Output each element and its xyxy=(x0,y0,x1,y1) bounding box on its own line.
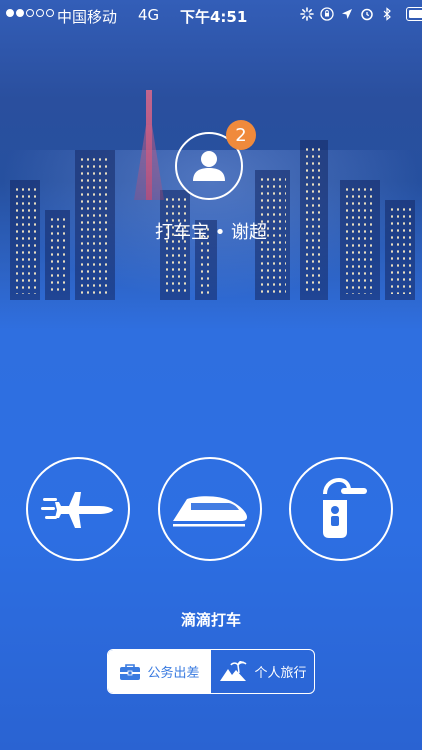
status-time: 下午4:51 xyxy=(180,8,248,26)
airplane-icon xyxy=(41,492,113,528)
hotel-door-tag-icon xyxy=(323,477,367,538)
signal-dot xyxy=(16,9,24,17)
location-arrow-icon xyxy=(340,7,354,21)
user-silhouette-icon xyxy=(193,151,225,181)
signal-dot xyxy=(26,9,34,17)
train-service-button[interactable] xyxy=(158,457,262,561)
status-icons xyxy=(300,7,422,21)
personal-trip-label: 个人旅行 xyxy=(254,666,307,681)
notification-badge: 2 xyxy=(226,120,256,150)
island-palm-icon xyxy=(220,660,248,681)
status-bar: 中国移动 4G 下午4:51 xyxy=(0,0,422,30)
signal-dot xyxy=(36,9,44,17)
signal-dot xyxy=(6,9,14,17)
signal-strength xyxy=(6,9,54,17)
personal-trip-tab[interactable]: 个人旅行 xyxy=(211,650,314,693)
section-title: 滴滴打车 xyxy=(180,611,241,629)
alarm-clock-icon xyxy=(360,7,374,21)
building xyxy=(385,200,415,300)
bluetooth-icon xyxy=(380,7,394,21)
flight-service-button[interactable] xyxy=(26,457,130,561)
business-trip-label: 公务出差 xyxy=(147,666,200,681)
network-type: 4G xyxy=(138,6,160,24)
signal-dot xyxy=(46,9,54,17)
battery-fill xyxy=(409,10,422,18)
hotel-service-button[interactable] xyxy=(289,457,393,561)
carrier-name: 中国移动 xyxy=(57,8,118,26)
loading-spinner-icon xyxy=(300,7,314,21)
battery-icon xyxy=(406,7,422,21)
building xyxy=(160,190,190,300)
rotation-lock-icon xyxy=(320,7,334,21)
high-speed-train-icon xyxy=(173,496,247,527)
travel-mode-switch: 公务出差 个人旅行 xyxy=(107,649,315,694)
business-trip-tab[interactable]: 公务出差 xyxy=(108,650,211,693)
user-name-label: 打车宝 • 谢超 xyxy=(154,222,268,243)
tower xyxy=(146,90,152,200)
briefcase-icon xyxy=(120,663,141,680)
